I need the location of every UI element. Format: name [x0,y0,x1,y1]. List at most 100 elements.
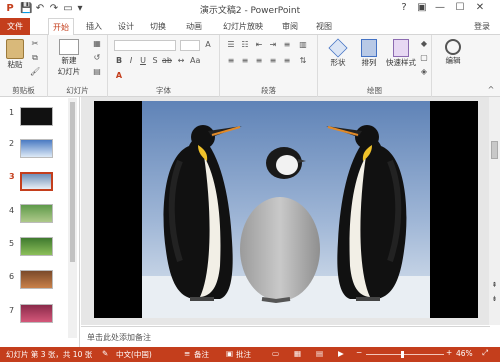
thumb-number: 5 [9,239,15,248]
shadow-icon[interactable]: S [150,56,160,65]
quick-styles-label: 快速样式 [386,58,416,67]
underline-icon[interactable]: U [138,56,148,65]
paste-button[interactable]: 粘贴 [4,39,26,70]
reset-icon[interactable]: ↺ [92,53,102,62]
new-slide-icon [59,39,79,55]
font-color-icon[interactable]: A [114,71,124,80]
tab-review[interactable]: 审阅 [278,18,302,35]
tab-animations[interactable]: 动画 [182,18,206,35]
tab-file[interactable]: 文件 [0,18,30,35]
thumbnail-scroll-thumb[interactable] [70,102,75,262]
paragraph-group: ☰ ☷ ⇤ ⇥ ≡ ▥ ≡ ≡ ≡ ≡ ≡ ⇅ 段落 [220,35,318,97]
tab-insert[interactable]: 插入 [82,18,106,35]
quick-styles-button[interactable]: 快速样式 [384,39,418,68]
prev-slide-icon[interactable]: ⇞ [490,281,499,290]
comments-button[interactable]: 批注 [236,349,251,360]
slide-thumbnail-5[interactable] [20,237,53,256]
notes-icon[interactable]: ≡ [184,349,190,358]
font-size-field[interactable] [180,40,200,51]
zoom-out-icon[interactable]: − [356,348,362,357]
zoom-slider[interactable] [366,354,444,355]
bold-icon[interactable]: B [114,56,124,65]
slide-sorter-icon[interactable]: ▦ [294,349,301,358]
slide-thumbnail-4[interactable] [20,204,53,223]
font-group: A B I U S ab ↔ Aa A 字体 [108,35,220,97]
copy-icon[interactable]: ⧉ [30,53,40,62]
shape-outline-icon[interactable]: ▢ [419,53,429,62]
zoom-in-icon[interactable]: + [446,348,452,357]
notes-pane[interactable]: 单击此处添加备注 [81,326,490,347]
ribbon-display-icon[interactable]: ▣ [414,1,430,15]
align-left-icon[interactable]: ≡ [226,56,236,65]
change-case-icon[interactable]: Aa [190,56,200,65]
numbering-icon[interactable]: ☷ [240,40,250,49]
tab-view[interactable]: 视图 [312,18,336,35]
columns-icon[interactable]: ▥ [298,40,308,49]
editing-button[interactable]: 编辑 [440,39,466,66]
notes-placeholder: 单击此处添加备注 [87,333,151,342]
slide-count: 幻灯片 第 3 张，共 10 张 [6,350,93,359]
new-slide-button[interactable]: 新建 幻灯片 [54,39,84,77]
tab-slideshow[interactable]: 幻灯片放映 [220,18,266,35]
reading-view-icon[interactable]: ▤ [316,349,323,358]
shape-effects-icon[interactable]: ◈ [419,67,429,76]
font-name-field[interactable] [114,40,176,51]
penguin-photo [142,101,430,318]
zoom-slider-thumb[interactable] [401,351,404,358]
ribbon-tabs: 文件 开始 插入 设计 切换 动画 幻灯片放映 审阅 视图 登录 [0,18,500,36]
editor-scroll-thumb[interactable] [491,141,498,159]
italic-icon[interactable]: I [126,56,136,65]
text-direction-icon[interactable]: ⇅ [298,56,308,65]
align-center-icon[interactable]: ≡ [240,56,250,65]
zoom-level[interactable]: 46% [456,349,473,358]
help-icon[interactable]: ? [396,1,412,15]
slide-thumbnail-3[interactable] [20,172,53,191]
justify-icon[interactable]: ≡ [268,56,278,65]
maximize-icon[interactable]: ☐ [452,1,468,15]
slide-thumbnail-1[interactable] [20,107,53,126]
paste-label: 粘贴 [7,60,23,69]
collapse-ribbon-icon[interactable]: ^ [486,85,496,94]
format-painter-icon[interactable]: 🖌 [30,67,40,76]
distribute-icon[interactable]: ≡ [282,56,292,65]
tab-home[interactable]: 开始 [48,18,74,36]
slideshow-view-icon[interactable]: ▶ [338,349,344,358]
font-grow-icon[interactable]: A [203,40,213,49]
section-icon[interactable]: ▤ [92,67,102,76]
increase-indent-icon[interactable]: ⇥ [268,40,278,49]
cut-icon[interactable]: ✂ [30,39,40,48]
language-status[interactable]: 中文(中国) [116,349,152,360]
editing-group: 编辑 [432,35,476,97]
slide-thumbnail-2[interactable] [20,139,53,158]
signin-link[interactable]: 登录 [470,18,494,35]
tab-transitions[interactable]: 切换 [146,18,170,35]
decrease-indent-icon[interactable]: ⇤ [254,40,264,49]
fit-slide-icon[interactable]: ⤢ [482,348,488,358]
slides-group-label: 幻灯片 [66,86,89,95]
editor-scrollbar[interactable]: ⇞ ⇟ [489,97,500,325]
notes-button[interactable]: 备注 [194,349,209,360]
next-slide-icon[interactable]: ⇟ [490,295,499,304]
shape-fill-icon[interactable]: ◆ [419,39,429,48]
comments-icon[interactable]: ▣ [226,349,233,358]
minimize-icon[interactable]: — [432,1,448,15]
arrange-button[interactable]: 排列 [354,39,384,68]
tab-design[interactable]: 设计 [114,18,138,35]
thumbnail-scrollbar[interactable] [68,98,77,338]
editing-label: 编辑 [445,56,461,65]
align-right-icon[interactable]: ≡ [254,56,264,65]
shapes-button[interactable]: 形状 [322,38,354,68]
slide-thumbnail-7[interactable] [20,304,53,323]
char-spacing-icon[interactable]: ↔ [176,56,186,65]
line-spacing-icon[interactable]: ≡ [282,40,292,49]
bullets-icon[interactable]: ☰ [226,40,236,49]
clipboard-group: 粘贴 ✂ ⧉ 🖌 剪贴板 [0,35,48,97]
drawing-group-label: 绘图 [367,86,382,95]
strikethrough-icon[interactable]: ab [162,56,172,65]
close-icon[interactable]: ✕ [472,1,488,15]
layout-icon[interactable]: ▦ [92,39,102,48]
slide-canvas[interactable] [94,101,478,318]
spellcheck-icon[interactable]: ✎ [102,349,108,358]
normal-view-icon[interactable]: ▭ [272,349,279,358]
slide-thumbnail-6[interactable] [20,270,53,289]
